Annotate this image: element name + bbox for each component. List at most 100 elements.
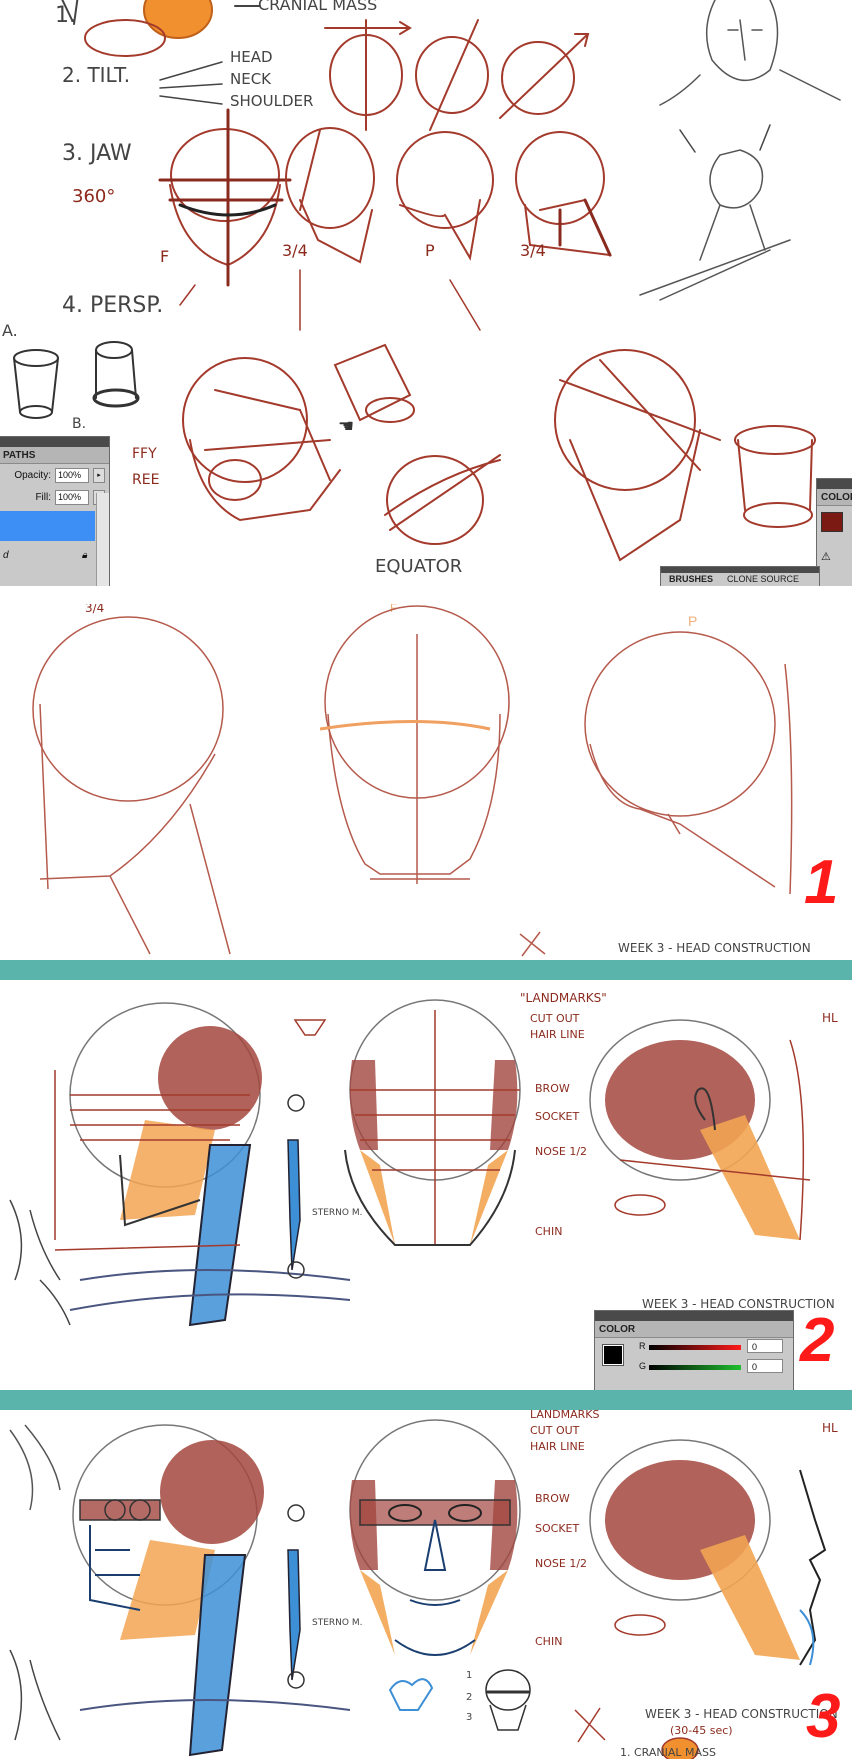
note-cut-out: CUT OUT [530, 1012, 580, 1025]
note-cut-out: CUT OUT [530, 1424, 580, 1437]
sketch-panel-3: "LANDMARKS" CUT OUT HAIR LINE BROW SOCKE… [0, 980, 852, 1390]
fill-label: Fill: [35, 491, 51, 503]
small-head-sketch [485, 1669, 531, 1731]
note-hair-line: HAIR LINE [530, 1028, 585, 1041]
head-34 [32, 616, 231, 955]
g-label: G [639, 1361, 647, 1371]
note-landmarks: "LANDMARKS" [520, 991, 607, 1005]
cranium-shape [158, 1026, 262, 1130]
label-p: P [425, 241, 435, 260]
equator-sphere [384, 454, 501, 545]
color-panel-titlebar[interactable] [595, 1311, 793, 1321]
hand-cursor-icon: ☚ [338, 416, 354, 436]
g-slider[interactable] [649, 1365, 741, 1370]
note-jaw: 3. JAW [62, 141, 132, 166]
layer-row[interactable]: d 🔒︎ [0, 544, 109, 566]
color-panel-fragment[interactable]: COLOR ⚠ [816, 478, 852, 586]
note-landmarks: LANDMARKS [530, 1410, 599, 1421]
head-profile-full [589, 1439, 827, 1666]
opacity-arrow-icon[interactable]: ▸ [93, 467, 105, 483]
layers-panel[interactable]: PATHS Opacity: 100% ▸ Fill: 100% ▸ d 🔒︎ [0, 436, 110, 586]
warning-icon: ⚠ [821, 551, 831, 563]
face-sketch-right [639, 0, 841, 301]
layers-panel-titlebar[interactable] [0, 437, 109, 447]
head-front-colored [344, 999, 521, 1246]
tab-clone-source[interactable]: CLONE SOURCE [723, 574, 803, 584]
separator-1 [0, 960, 852, 980]
step-number-1: 1 [804, 848, 839, 917]
label-34: 3/4 [85, 604, 104, 615]
note-a: A. [2, 321, 18, 340]
r-slider[interactable] [649, 1345, 741, 1350]
sketch-canvas-4: LANDMARKS CUT OUT HAIR LINE BROW SOCKET … [9, 1410, 838, 1759]
r-input[interactable]: 0 [747, 1339, 783, 1353]
note-chin: CHIN [535, 1225, 562, 1238]
note-nose: NOSE 1/2 [535, 1557, 587, 1570]
opacity-input[interactable]: 100% [55, 467, 89, 483]
persp-cylinder-red [333, 343, 415, 423]
sketch-panel-4: LANDMARKS CUT OUT HAIR LINE BROW SOCKET … [0, 1410, 852, 1759]
layer-label: d [3, 549, 9, 561]
tab-brushes[interactable]: BRUSHES [665, 574, 717, 584]
opacity-label: Opacity: [14, 469, 51, 481]
note-socket: SOCKET [535, 1522, 579, 1535]
note-brow: BROW [535, 1082, 570, 1095]
label-34b: 3/4 [520, 241, 546, 260]
note-chin: CHIN [535, 1635, 562, 1648]
red-disk [84, 19, 166, 57]
head-profile [584, 631, 793, 895]
sketch-canvas-1: ☚ 1. CRANIAL MASS 2. TILT. HEAD NECK SHO… [2, 0, 841, 577]
note-shoulder: SHOULDER [230, 92, 313, 110]
jaw-shape [120, 1120, 215, 1220]
g-input[interactable]: 0 [747, 1359, 783, 1373]
label-f: F [160, 247, 169, 266]
blue-hand-sketch [388, 1678, 434, 1711]
color-panel-titlebar [817, 479, 852, 489]
note-b: B. [72, 416, 86, 432]
note-n2: 2 [466, 1692, 472, 1703]
head-front [319, 605, 510, 884]
note-n1: 1 [466, 1670, 472, 1681]
sterno-muscle-2 [287, 1504, 305, 1689]
note-tilt: 2. TILT. [62, 63, 130, 87]
note-socket: SOCKET [535, 1110, 579, 1123]
note-cranial-mass: CRANIAL MASS [258, 0, 377, 14]
note-equator: EQUATOR [375, 556, 462, 577]
note-neck: NECK [230, 70, 272, 88]
tab-paths[interactable]: PATHS [0, 450, 39, 461]
head-front-full [349, 1419, 521, 1656]
sterno-muscle [287, 1094, 305, 1279]
orange-sphere [143, 0, 213, 39]
selected-layer[interactable] [0, 511, 95, 541]
color-panel[interactable]: COLOR R 0 G 0 [594, 1310, 794, 1390]
note-nose: NOSE 1/2 [535, 1145, 587, 1158]
note-360: 360° [72, 186, 115, 207]
note-side-2: REE [132, 472, 159, 488]
fill-input[interactable]: 100% [55, 489, 89, 505]
sketch-panel-1: ☚ 1. CRANIAL MASS 2. TILT. HEAD NECK SHO… [0, 0, 852, 586]
foreground-swatch[interactable] [821, 512, 843, 532]
note-hl: HL [822, 1011, 838, 1025]
head-left-colored [54, 1002, 351, 1327]
foreground-color-swatch[interactable] [602, 1344, 624, 1366]
sketch-panel-2: 3/4 F P WEEK 3 - HEAD CONSTRUCTION 1 [0, 604, 852, 960]
note-side-1: FFY [132, 446, 157, 462]
label-34a: 3/4 [282, 241, 308, 260]
note-n3: 3 [466, 1712, 472, 1723]
tab-color[interactable]: COLOR [595, 1324, 639, 1335]
step-number-2: 2 [800, 1306, 835, 1375]
x-mark-2 [574, 1707, 606, 1743]
layers-scrollbar[interactable] [96, 493, 109, 586]
opacity-row: Opacity: 100% ▸ [0, 464, 109, 486]
footer-seconds: (30-45 sec) [670, 1724, 733, 1737]
circle-3 [501, 41, 575, 115]
tab-color[interactable]: COLOR [817, 492, 852, 503]
r-label: R [639, 1341, 646, 1351]
brushes-panel-tabs: BRUSHES CLONE SOURCE [660, 566, 820, 586]
footer-week3: WEEK 3 - HEAD CONSTRUCTION [618, 941, 811, 955]
persp-head-right [554, 349, 721, 562]
note-item1: 1. [55, 3, 76, 28]
label-p: P [688, 613, 697, 629]
circle-1-axis [324, 19, 412, 131]
note-brow: BROW [535, 1492, 570, 1505]
